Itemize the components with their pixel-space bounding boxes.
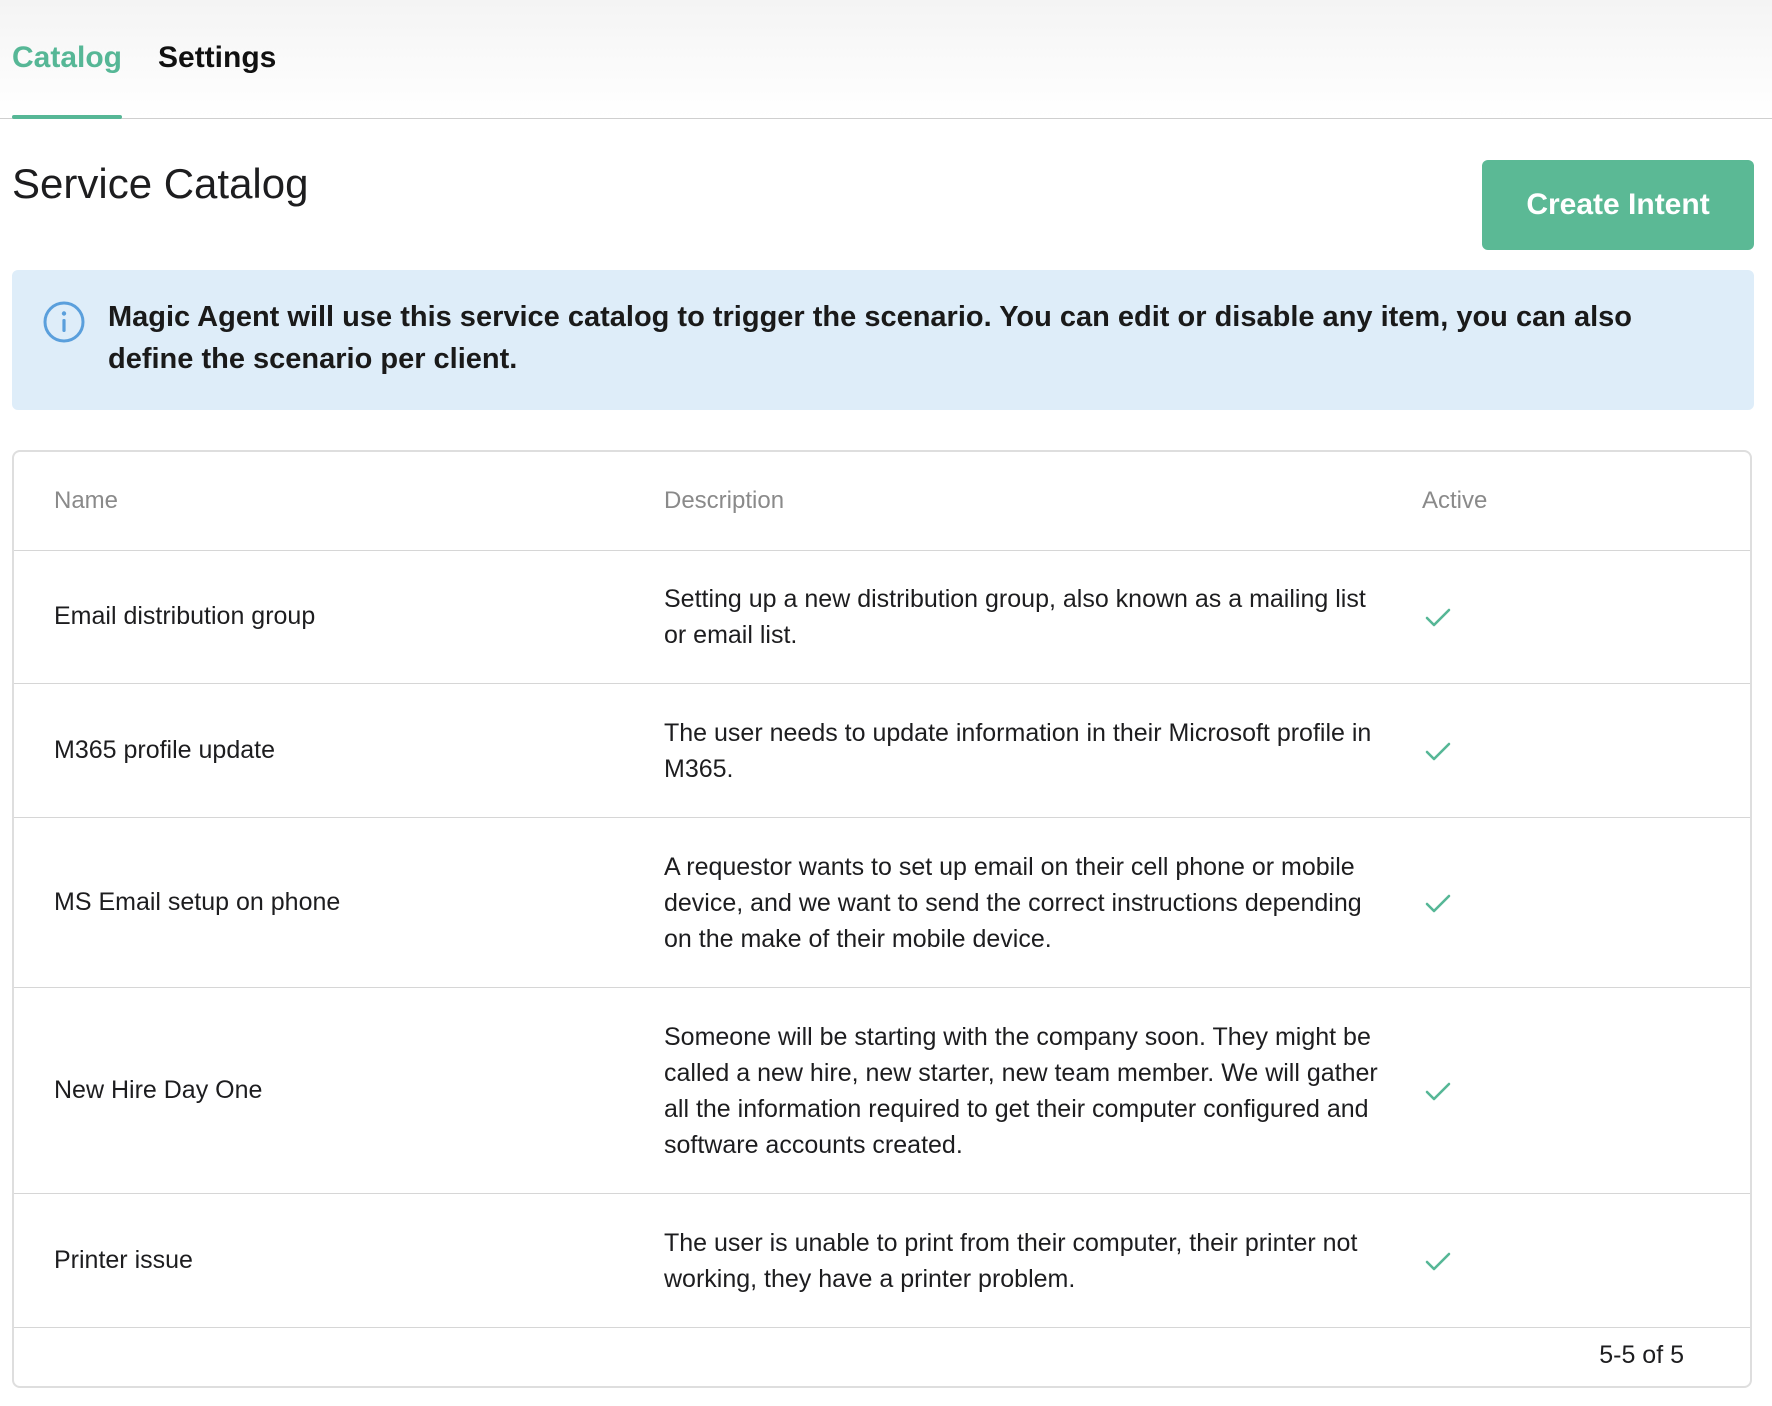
row-name: Printer issue: [54, 1246, 193, 1274]
checkmark-icon: [1425, 742, 1451, 760]
create-intent-button[interactable]: Create Intent: [1482, 160, 1754, 250]
column-header-active[interactable]: Active: [1422, 452, 1487, 550]
table-row[interactable]: New Hire Day One Someone will be startin…: [14, 988, 1750, 1194]
tab-catalog-label: Catalog: [12, 41, 123, 74]
row-description: Setting up a new distribution group, als…: [664, 584, 1366, 649]
row-active: [1422, 550, 1482, 683]
row-name: M365 profile update: [54, 736, 275, 764]
tab-bar: Catalog Settings: [0, 0, 1772, 119]
table-header: Name Description Active: [14, 452, 1750, 551]
row-description: A requestor wants to set up email on the…: [664, 852, 1362, 953]
active-tab-indicator: [12, 115, 123, 119]
row-description: The user needs to update information in …: [664, 718, 1372, 783]
table-row[interactable]: Printer issue The user is unable to prin…: [14, 1194, 1750, 1328]
info-banner: Magic Agent will use this service catalo…: [12, 270, 1754, 410]
checkmark-icon: [1425, 894, 1451, 912]
row-name: Email distribution group: [54, 602, 316, 630]
column-header-name[interactable]: Name: [54, 452, 118, 550]
info-banner-text: Magic Agent will use this service catalo…: [108, 301, 1633, 375]
row-active: [1422, 1194, 1482, 1327]
row-active: [1422, 988, 1482, 1193]
service-catalog-table: Name Description Active Email distributi…: [12, 450, 1752, 1388]
page-title: Service Catalog: [12, 160, 309, 207]
row-description: Someone will be starting with the compan…: [664, 1022, 1378, 1159]
row-active: [1422, 684, 1482, 817]
pagination-label: 5-5 of 5: [1599, 1341, 1684, 1369]
checkmark-icon: [1425, 1252, 1451, 1270]
tab-settings[interactable]: Settings: [158, 38, 276, 118]
tab-catalog[interactable]: Catalog: [12, 38, 123, 119]
row-name: New Hire Day One: [54, 1076, 263, 1104]
row-name: MS Email setup on phone: [54, 888, 341, 916]
info-icon: [43, 301, 85, 343]
table-footer: 5-5 of 5: [14, 1324, 1750, 1386]
column-header-description[interactable]: Description: [664, 452, 784, 550]
checkmark-icon: [1425, 1082, 1451, 1100]
row-active: [1422, 818, 1482, 987]
tab-settings-label: Settings: [158, 41, 277, 74]
table-row[interactable]: MS Email setup on phone A requestor want…: [14, 818, 1750, 988]
table-row[interactable]: M365 profile update The user needs to up…: [14, 684, 1750, 818]
row-description: The user is unable to print from their c…: [664, 1228, 1358, 1293]
table-row[interactable]: Email distribution group Setting up a ne…: [14, 550, 1750, 684]
checkmark-icon: [1425, 608, 1451, 626]
